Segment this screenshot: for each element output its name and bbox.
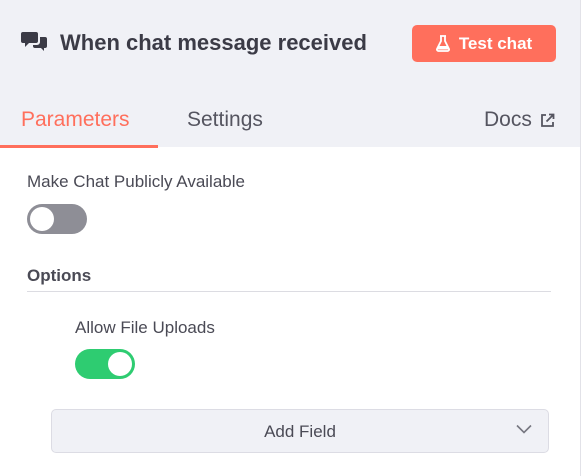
external-link-icon [540,113,555,127]
flask-icon [435,35,450,52]
add-field-dropdown[interactable]: Add Field [51,409,549,453]
options-title: Options [27,266,92,285]
tab-parameters[interactable]: Parameters [21,108,130,132]
test-chat-button[interactable]: Test chat [412,25,556,62]
tab-settings[interactable]: Settings [187,108,263,132]
toggle-knob [30,207,54,231]
docs-link[interactable]: Docs [484,108,555,132]
test-chat-label: Test chat [458,33,533,53]
chat-bubbles-icon [21,32,47,51]
active-tab-indicator [0,145,158,148]
public-chat-toggle[interactable] [27,204,87,234]
file-uploads-label: Allow File Uploads [75,318,215,337]
chevron-down-icon [516,424,532,434]
tab-bar: Parameters Settings Docs [0,108,580,148]
options-divider [27,291,551,292]
public-chat-label: Make Chat Publicly Available [27,172,245,191]
docs-label: Docs [484,108,532,131]
panel-header: When chat message received Test chat Par… [0,0,580,148]
file-uploads-toggle[interactable] [75,349,135,379]
node-title: When chat message received [60,30,367,55]
add-field-label: Add Field [264,422,336,441]
toggle-knob [108,352,132,376]
node-settings-panel: When chat message received Test chat Par… [0,0,581,476]
